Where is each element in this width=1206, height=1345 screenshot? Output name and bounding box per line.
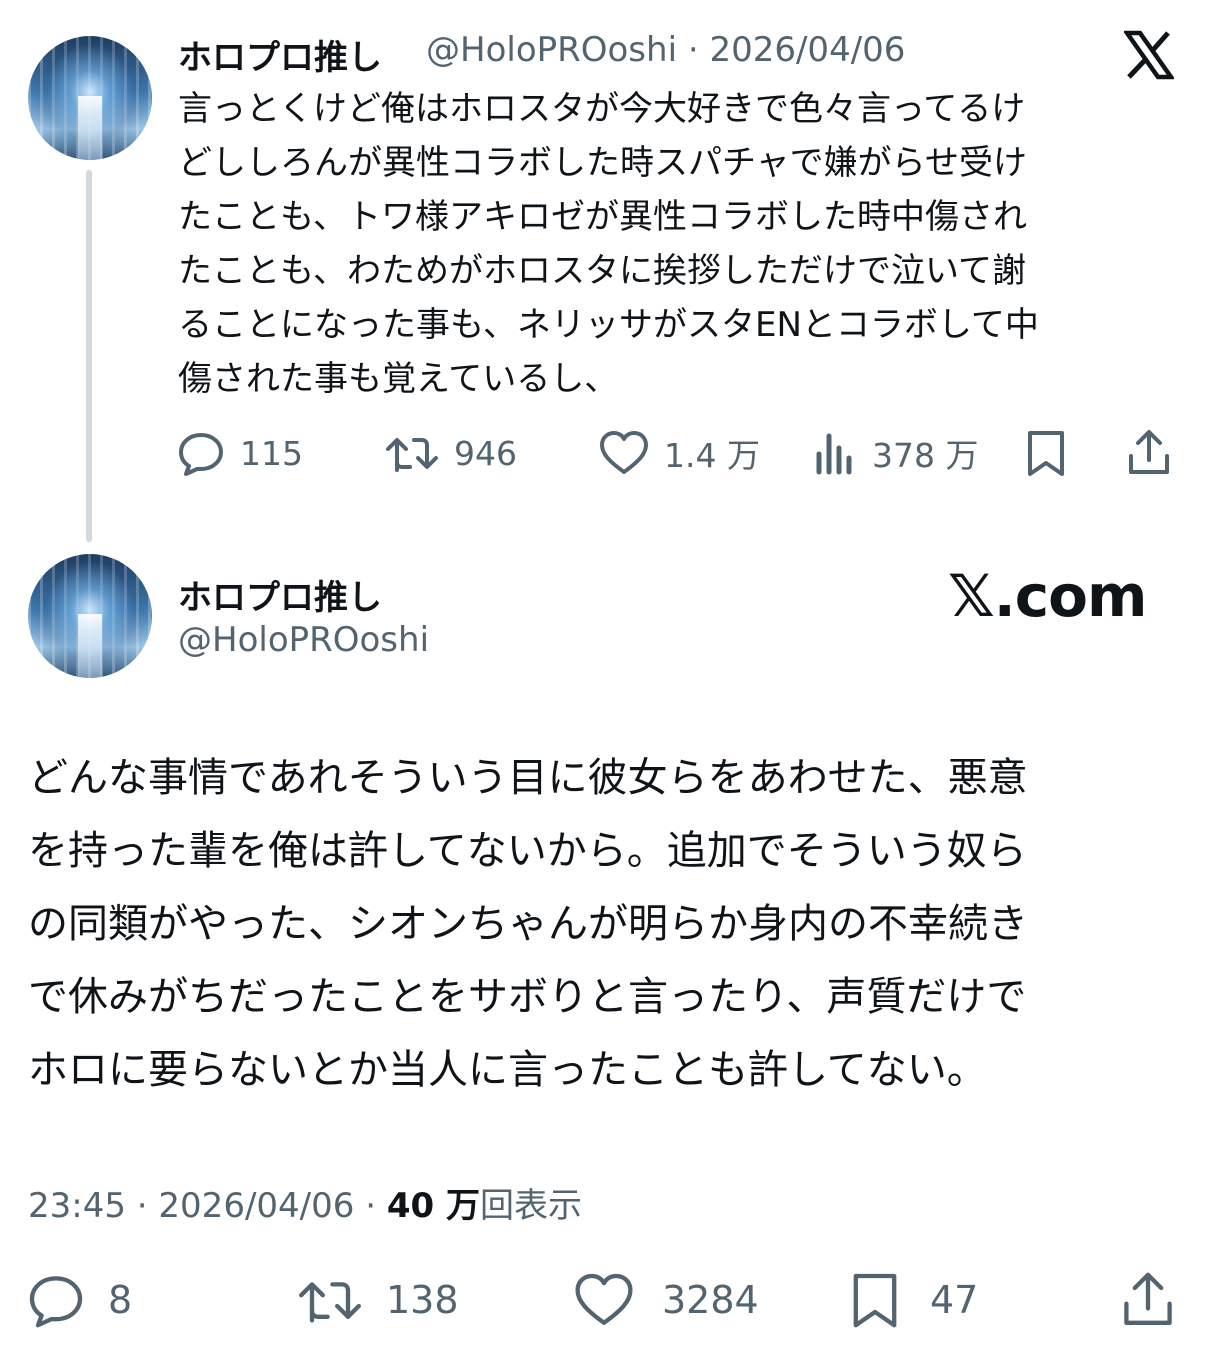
x-com-brand: 𝕏.com <box>948 562 1147 630</box>
post1-handle-text: @HoloPROoshi <box>426 30 678 70</box>
share-icon <box>1129 430 1169 474</box>
post2-views-label: 回表示 <box>479 1186 582 1226</box>
share-icon <box>1124 1272 1172 1325</box>
post2-meta: 23:45 · 2026/04/06 · 40 万回表示 <box>28 1178 582 1227</box>
post2-views-count: 40 万 <box>386 1186 480 1226</box>
post1-reply-button[interactable]: 115 <box>176 428 303 478</box>
post2-author-name[interactable]: ホロプロ推し <box>178 570 382 619</box>
views-icon <box>816 433 852 475</box>
reply-icon <box>179 433 223 476</box>
repost-icon <box>299 1282 361 1323</box>
post2-text: どんな事情であれそういう目に彼女らをあわせた、悪意 を持った輩を俺は許してないか… <box>28 755 1028 1093</box>
post1-author-handle[interactable]: @HoloPROoshi · 2026/04/06 <box>426 30 905 70</box>
post2-like-button[interactable]: 3284 <box>572 1270 759 1330</box>
post1-share-button[interactable] <box>1126 428 1172 478</box>
post1-reply-count: 115 <box>240 433 303 473</box>
post1-bookmark-button[interactable] <box>1024 428 1068 478</box>
post1-like-button[interactable]: 1.4 万 <box>598 428 760 478</box>
post1-like-count: 1.4 万 <box>664 436 760 475</box>
post2-bookmark-count: 47 <box>930 1278 979 1322</box>
post1-repost-count: 946 <box>454 433 517 473</box>
post1-separator: · <box>687 30 699 70</box>
post1-date[interactable]: 2026/04/06 <box>709 30 905 70</box>
post2-author-handle[interactable]: @HoloPROoshi <box>178 620 429 660</box>
avatar[interactable] <box>28 36 152 160</box>
post1-author-name[interactable]: ホロプロ推し <box>178 30 382 79</box>
avatar[interactable] <box>28 554 152 678</box>
bookmark-icon <box>1028 431 1064 476</box>
bookmark-icon <box>853 1273 897 1328</box>
like-icon <box>600 431 648 474</box>
post2-reply-count: 8 <box>108 1278 133 1322</box>
post2-date[interactable]: 2026/04/06 <box>158 1186 354 1226</box>
post2-repost-button[interactable]: 138 <box>296 1270 459 1330</box>
post1-views-count: 378 万 <box>872 436 979 475</box>
post2-bookmark-button[interactable]: 47 <box>848 1270 978 1330</box>
post2-like-count: 3284 <box>662 1278 759 1322</box>
post2-reply-button[interactable]: 8 <box>26 1270 132 1330</box>
post2-time[interactable]: 23:45 <box>28 1186 126 1226</box>
like-icon <box>575 1273 633 1325</box>
post2-meta-separator-2: · <box>365 1186 377 1226</box>
thread-line <box>86 170 92 542</box>
repost-icon <box>386 438 438 472</box>
x-logo-icon <box>1122 30 1176 84</box>
post2-share-button[interactable] <box>1120 1270 1176 1330</box>
reply-icon <box>29 1276 83 1328</box>
post2-repost-count: 138 <box>386 1278 459 1322</box>
post2-meta-separator: · <box>136 1186 148 1226</box>
post1-text: 言っとくけど俺はホロスタが今大好きで色々言ってるけ どししろんが異性コラボした時… <box>178 89 1039 399</box>
post1-repost-button[interactable]: 946 <box>384 428 517 478</box>
post1-views-button[interactable]: 378 万 <box>814 428 978 478</box>
